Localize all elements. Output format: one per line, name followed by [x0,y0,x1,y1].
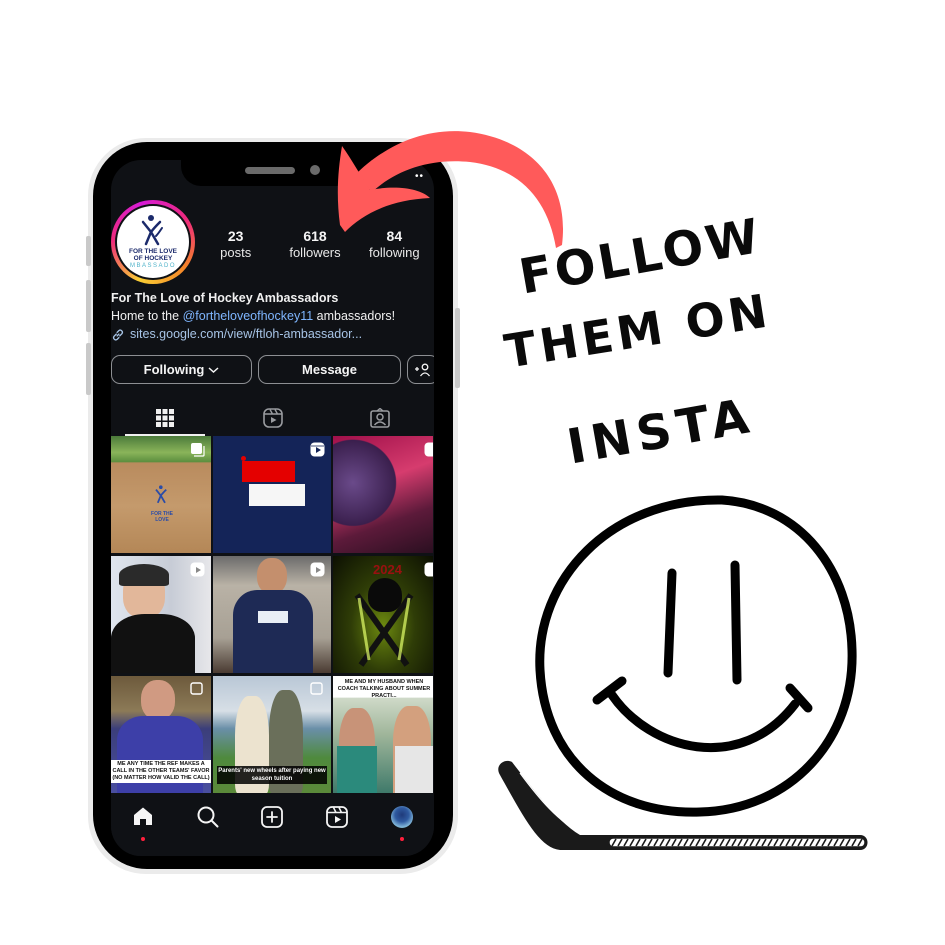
hockey-stick-icon [498,760,868,850]
status-bar-dots: •• [415,171,425,182]
phone-speaker [245,167,295,174]
phone-camera [310,165,320,175]
